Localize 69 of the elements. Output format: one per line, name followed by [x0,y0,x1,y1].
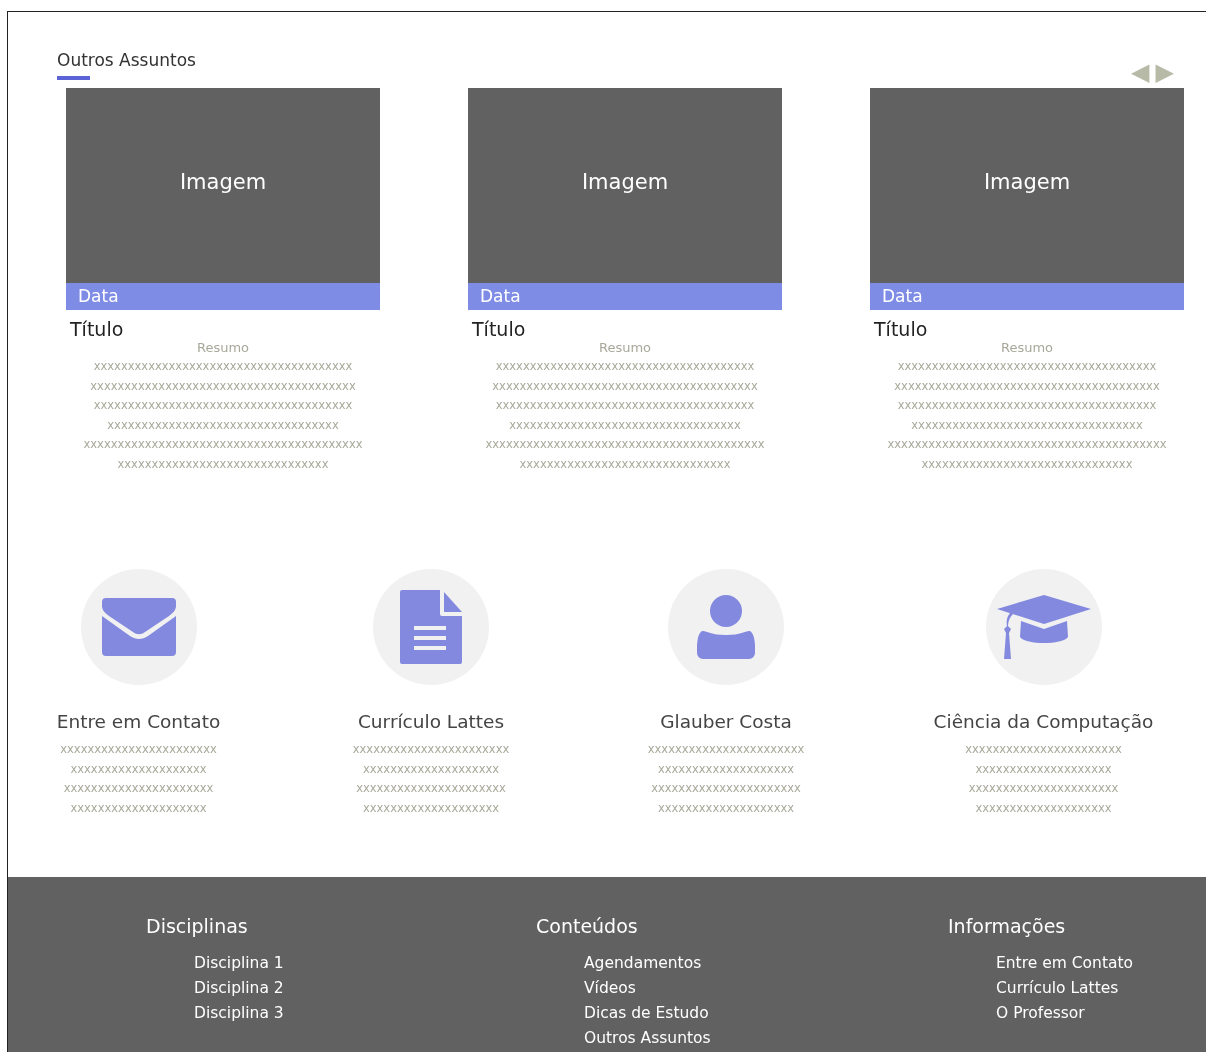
placeholder-text: xxxxxxxxxxxxxxxxxxxx [975,799,1112,817]
placeholder-text: xxxxxxxxxxxxxxxxxxxxxxxxxxxxxxxxxxxxxxxxx [83,436,363,453]
feature-title: Currículo Lattes [357,711,505,732]
summary-label: Resumo [195,340,251,355]
placeholder-text: xxxxxxxxxxxxxxxxxxxx [362,760,500,778]
placeholder-text: xxxxxxxxxxxxxxxxxxxx [657,799,795,817]
placeholder-text: xxxxxxxxxxxxxxxxxxxxxxxxxxxxxxxxxxxxxxx [90,377,356,395]
footer-link[interactable]: O Professor [996,1001,1206,1026]
placeholder-text: xxxxxxxxxxxxxxxxxxxx [975,760,1112,778]
summary-label: Resumo [999,340,1055,355]
footer-link[interactable]: Currículo Lattes [996,976,1206,1001]
feature-title: Glauber Costa [660,711,792,732]
placeholder-text: xxxxxxxxxxxxxxxxxxxxxx [651,780,801,797]
placeholder-text: xxxxxxxxxxxxxxxxxxxxxxxxxxxxxxxxxxxxxxx [894,377,1160,395]
envelope-icon [101,598,176,656]
placeholder-text: xxxxxxxxxxxxxxxxxxxx [70,760,207,778]
placeholder-text: xxxxxxxxxxxxxxxxxxxxxxx [647,741,805,758]
date-bar: Data [468,283,782,310]
placeholder-text: xxxxxxxxxxxxxxxxxxxxxxxxxxxxxxxxxxxxxxxxx [887,436,1167,453]
document-icon [400,590,462,664]
footer-heading: Conteúdos [536,915,639,937]
summary-label: Resumo [597,340,653,355]
date-bar: Data [870,283,1184,310]
feature-title: Ciência da Computação [933,711,1154,732]
placeholder-text: xxxxxxxxxxxxxxxxxxxx [657,760,795,778]
footer-heading: Disciplinas [146,915,249,937]
placeholder-text: xxxxxxxxxxxxxxxxxxxxxx [63,780,214,797]
placeholder-text: xxxxxxxxxxxxxxxxxxxxxxxxxxxxxxxxxxxxxx [897,397,1157,414]
date-bar: Data [66,283,380,310]
placeholder-text: xxxxxxxxxxxxxxxxxxxxxxxxxxxxxxx [117,455,329,473]
footer-heading: Informações [948,915,1067,937]
placeholder-text: xxxxxxxxxxxxxxxxxxxx [362,799,500,817]
placeholder-text: xxxxxxxxxxxxxxxxxxxxxxxxxxxxxxxxxxxxxxxxx [485,436,765,453]
user-icon [697,595,755,659]
placeholder-text: xxxxxxxxxxxxxxxxxxxxxx [968,780,1119,797]
placeholder-text: xxxxxxxxxxxxxxxxxxxxxxxxxxxxxxxxxx [107,416,339,434]
title-underline [57,76,90,80]
placeholder-text: xxxxxxxxxxxxxxxxxxxxxxxxxxxxxxxxxxxxxxx [492,377,758,395]
image-label: Imagem [581,170,669,196]
placeholder-text: xxxxxxxxxxxxxxxxxxxxxxxxxxxxxxxxxxxxxx [93,358,353,375]
placeholder-text: xxxxxxxxxxxxxxxxxxxxxxxxxxxxxxxxxxxxxx [495,358,755,375]
footer-link[interactable]: Agendamentos [584,951,948,976]
image-label: Imagem [983,170,1071,196]
placeholder-text: xxxxxxxxxxxxxxxxxxxxxxx [965,741,1122,758]
placeholder-text: xxxxxxxxxxxxxxxxxxxxxxxxxxxxxxxxxxxxxx [897,358,1157,375]
feature-title: Entre em Contato [56,711,221,732]
placeholder-text: xxxxxxxxxxxxxxxxxxxxxxx [60,741,217,758]
footer-link[interactable]: Outros Assuntos [584,1026,948,1051]
placeholder-text: xxxxxxxxxxxxxxxxxxxxxxxxxxxxxxxxxxxxxx [495,397,755,414]
placeholder-text: xxxxxxxxxxxxxxxxxxxxxxxxxxxxxxx [921,455,1133,473]
placeholder-text: xxxxxxxxxxxxxxxxxxxxxxxxxxxxxxxxxx [911,416,1143,434]
footer-link[interactable]: Dicas de Estudo [584,1001,948,1026]
placeholder-text: xxxxxxxxxxxxxxxxxxxx [70,799,207,817]
card-title: Título [472,318,527,340]
placeholder-text: xxxxxxxxxxxxxxxxxxxxxxxxxxxxxxxxxx [509,416,741,434]
footer-link[interactable]: Disciplina 1 [194,951,536,976]
footer-link[interactable]: Disciplina 3 [194,1001,536,1026]
footer-link[interactable]: Vídeos [584,976,948,1001]
section-title: Outros Assuntos [57,50,196,70]
footer-link[interactable]: Disciplina 2 [194,976,536,1001]
graduation-cap-icon [996,595,1091,659]
placeholder-text: xxxxxxxxxxxxxxxxxxxxxxxxxxxxxxxxxxxxxx [93,397,353,414]
card-title: Título [874,318,929,340]
image-label: Imagem [179,170,267,196]
card-title: Título [70,318,125,340]
placeholder-text: xxxxxxxxxxxxxxxxxxxxxxx [352,741,510,758]
placeholder-text: xxxxxxxxxxxxxxxxxxxxxxxxxxxxxxx [519,455,731,473]
placeholder-text: xxxxxxxxxxxxxxxxxxxxxx [356,780,506,797]
footer-link[interactable]: Entre em Contato [996,951,1206,976]
